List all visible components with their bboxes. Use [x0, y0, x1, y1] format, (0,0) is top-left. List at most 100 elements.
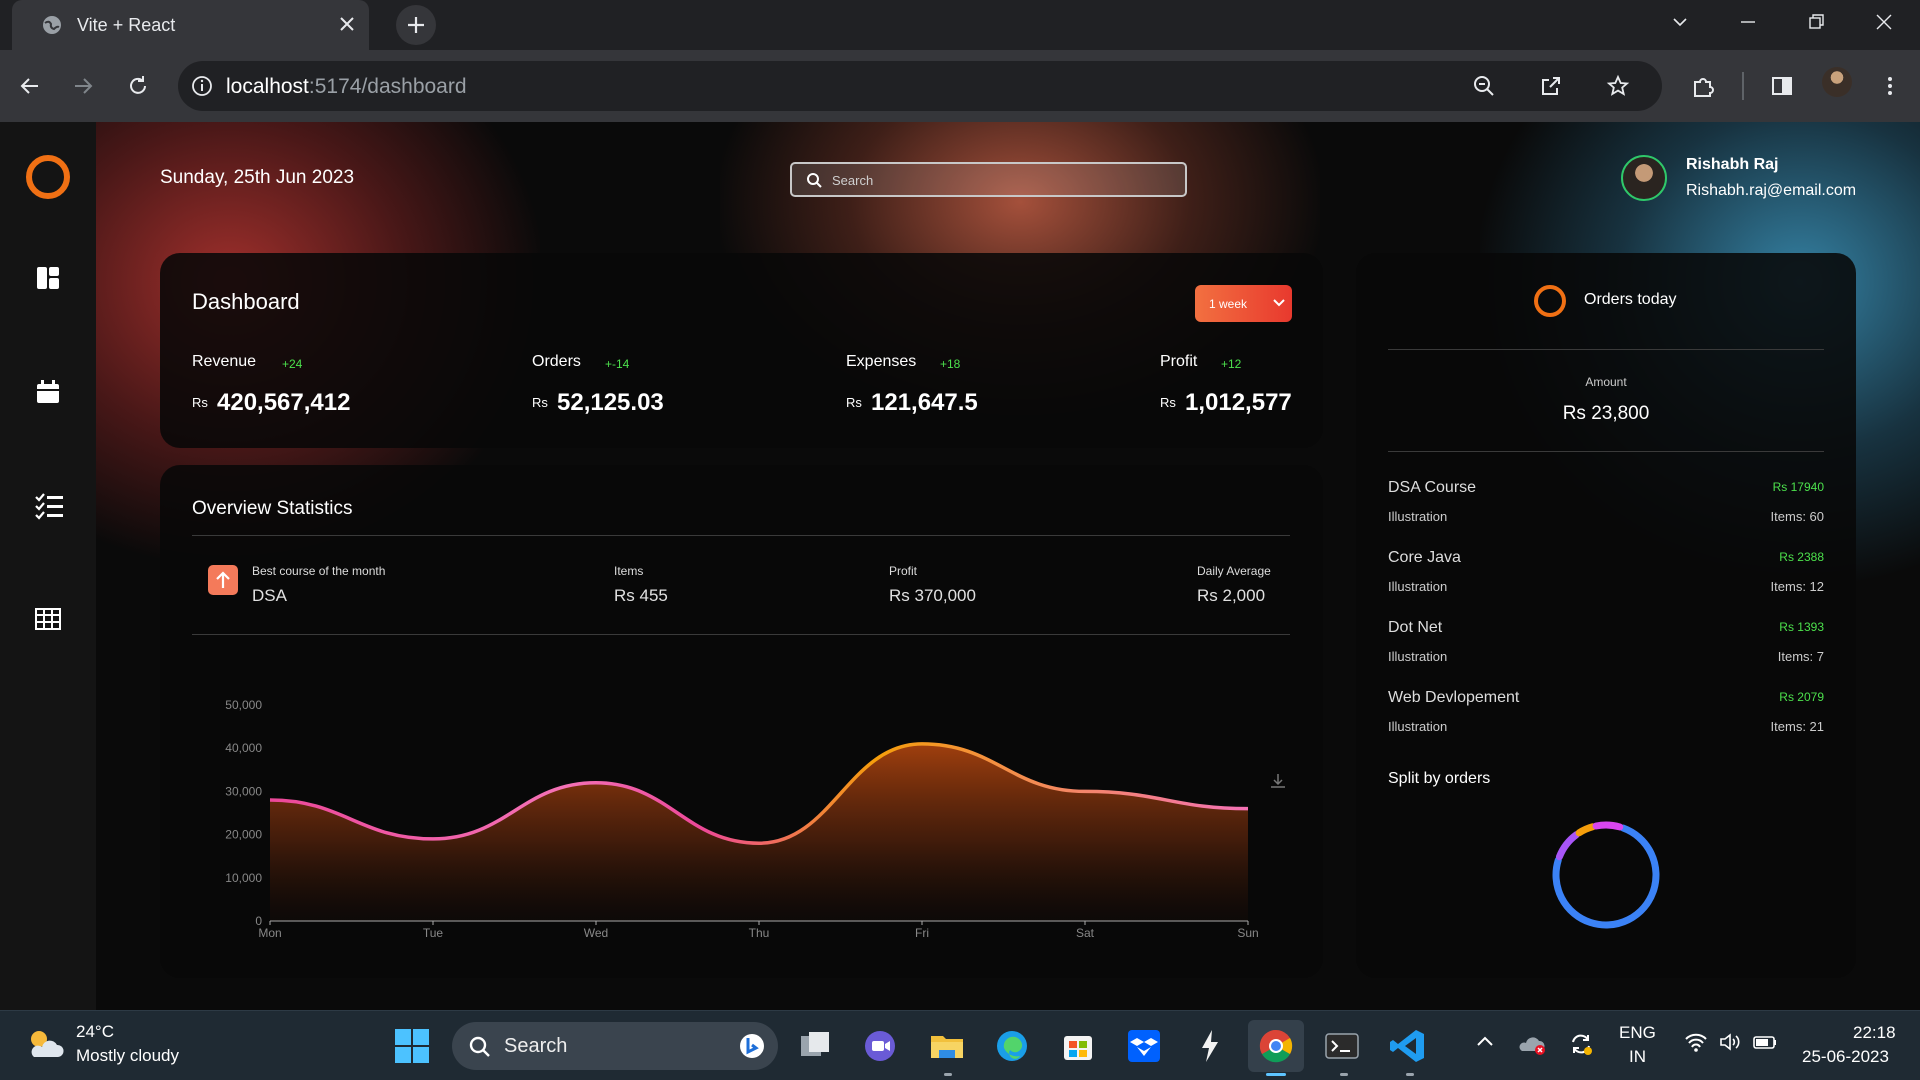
onedrive-error-icon[interactable]: [1518, 1031, 1548, 1057]
extensions-icon[interactable]: [1690, 74, 1716, 100]
new-tab-button[interactable]: [396, 5, 436, 45]
order-category: Illustration: [1388, 509, 1448, 524]
dashboard-icon[interactable]: [34, 264, 62, 292]
order-items-count: Items: 12: [1770, 579, 1824, 594]
chrome-taskbar-button[interactable]: [1248, 1020, 1304, 1072]
sync-icon[interactable]: [1568, 1031, 1594, 1057]
stat-currency: Rs: [846, 395, 862, 410]
cloud-sun-icon[interactable]: [26, 1027, 66, 1063]
search-box[interactable]: [790, 162, 1187, 197]
calendar-icon[interactable]: [34, 378, 62, 406]
sidebar: [0, 122, 96, 1010]
dropbox-icon[interactable]: [1124, 1026, 1164, 1066]
order-item[interactable]: Core Java Rs 2388 Illustration Items: 12: [1388, 549, 1824, 609]
orders-title: Orders today: [1584, 291, 1677, 308]
active-indicator: [1266, 1073, 1286, 1076]
orders-logo-icon: [1534, 285, 1566, 317]
order-items-count: Items: 7: [1777, 649, 1824, 664]
order-name: DSA Course: [1388, 479, 1477, 496]
restore-icon[interactable]: [1806, 12, 1826, 32]
edge-icon[interactable]: [992, 1026, 1032, 1066]
donut-slice[interactable]: [1592, 821, 1624, 831]
overview-card: Overview Statistics Best course of the m…: [160, 465, 1323, 978]
close-tab-icon[interactable]: [338, 15, 356, 33]
split-donut-chart: [1552, 821, 1660, 929]
order-item[interactable]: DSA Course Rs 17940 Illustration Items: …: [1388, 479, 1824, 539]
order-item[interactable]: Web Devlopement Rs 2079 Illustration Ite…: [1388, 689, 1824, 749]
browser-tab[interactable]: Vite + React: [12, 0, 369, 50]
bolt-app-icon[interactable]: [1190, 1026, 1230, 1066]
site-info-icon[interactable]: [190, 74, 214, 98]
stat-orders: Orders +-14 Rs 52,125.03: [532, 353, 664, 416]
url-path: :5174/dashboard: [308, 75, 467, 98]
y-tick-label: 10,000: [225, 871, 262, 885]
y-tick-label: 20,000: [225, 828, 262, 842]
ms-store-icon[interactable]: [1058, 1026, 1098, 1066]
keyboard-region[interactable]: IN: [1629, 1047, 1646, 1067]
stat-expenses: Expenses +18 Rs 121,647.5: [846, 353, 978, 416]
y-tick-label: 50,000: [225, 698, 262, 712]
checklist-icon[interactable]: [34, 492, 64, 520]
table-icon[interactable]: [34, 606, 62, 632]
clock-date[interactable]: 25-06-2023: [1802, 1047, 1889, 1067]
back-arrow-icon[interactable]: [18, 74, 42, 98]
minimize-icon[interactable]: [1738, 12, 1758, 32]
language-code[interactable]: ENG: [1619, 1023, 1656, 1043]
search-input[interactable]: [832, 170, 1172, 190]
stat-label: Profit: [1160, 353, 1198, 370]
user-avatar[interactable]: [1621, 155, 1667, 201]
tab-search-icon[interactable]: [1670, 12, 1690, 32]
amount-value: Rs 23,800: [1562, 403, 1650, 424]
side-panel-icon[interactable]: [1770, 74, 1794, 98]
stat-value: 420,567,412: [217, 389, 351, 416]
volume-icon[interactable]: [1718, 1031, 1742, 1053]
share-icon[interactable]: [1539, 74, 1563, 98]
x-tick-label: Tue: [423, 926, 444, 940]
file-explorer-icon[interactable]: [927, 1026, 967, 1066]
dashboard-card: Dashboard 1 week Revenue +24 Rs 420,567,…: [160, 253, 1323, 448]
order-price: Rs 1393: [1779, 620, 1824, 634]
app-logo[interactable]: [26, 155, 70, 199]
stat-value: 52,125.03: [557, 389, 664, 416]
teams-chat-icon[interactable]: [860, 1026, 900, 1066]
battery-icon[interactable]: [1752, 1031, 1778, 1053]
order-category: Illustration: [1388, 649, 1448, 664]
stat-change: +12: [1221, 357, 1242, 371]
toolbar-divider: [1742, 72, 1744, 100]
task-view-icon[interactable]: [795, 1026, 835, 1066]
forward-arrow-icon[interactable]: [71, 74, 95, 98]
chrome-icon: [1259, 1029, 1293, 1063]
windows-start-icon[interactable]: [392, 1026, 432, 1066]
stat-currency: Rs: [192, 395, 208, 410]
donut-slice[interactable]: [1575, 823, 1597, 837]
order-category: Illustration: [1388, 579, 1448, 594]
divider: [1388, 451, 1824, 452]
menu-dots-icon[interactable]: [1880, 74, 1900, 98]
plus-icon: [408, 17, 424, 33]
order-items-count: Items: 21: [1770, 719, 1824, 734]
area-chart: 010,00020,00030,00040,00050,000Mon Tue Wed…: [225, 698, 1258, 940]
stat-revenue: Revenue +24 Rs 420,567,412: [192, 353, 350, 416]
bing-icon[interactable]: [738, 1032, 766, 1060]
divider: [1388, 349, 1824, 350]
taskbar-search[interactable]: Search: [452, 1022, 778, 1070]
chevron-up-icon[interactable]: [1474, 1031, 1496, 1053]
url-text: localhost:5174/dashboard: [226, 75, 467, 99]
order-item[interactable]: Dot Net Rs 1393 Illustration Items: 7: [1388, 619, 1824, 679]
zoom-icon[interactable]: [1472, 74, 1496, 98]
order-name: Dot Net: [1388, 619, 1443, 636]
reload-icon[interactable]: [126, 74, 150, 98]
donut-slice[interactable]: [1555, 831, 1580, 861]
terminal-icon[interactable]: [1322, 1026, 1362, 1066]
address-bar[interactable]: localhost:5174/dashboard: [178, 61, 1662, 111]
bookmark-star-icon[interactable]: [1606, 74, 1630, 98]
close-window-icon[interactable]: [1874, 12, 1894, 32]
order-items-count: Items: 60: [1770, 509, 1824, 524]
browser-profile-avatar[interactable]: [1822, 67, 1852, 97]
vscode-icon[interactable]: [1388, 1026, 1428, 1066]
period-dropdown[interactable]: 1 week: [1195, 285, 1292, 322]
clock-time[interactable]: 22:18: [1853, 1023, 1896, 1043]
running-indicator: [944, 1073, 952, 1076]
wifi-icon[interactable]: [1684, 1031, 1708, 1053]
taskbar-search-text: Search: [504, 1035, 568, 1057]
